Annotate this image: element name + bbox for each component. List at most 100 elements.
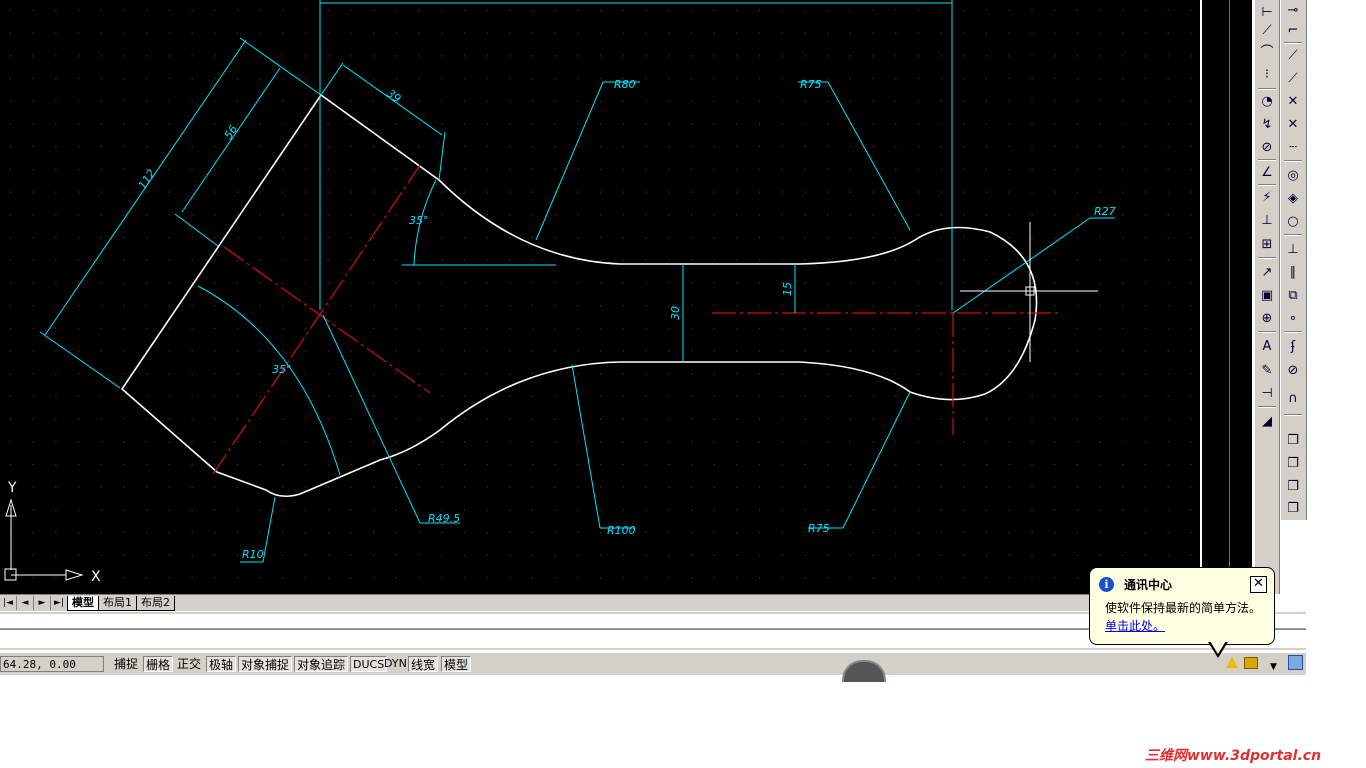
quadrant-icon[interactable]: ◈ — [1283, 188, 1303, 208]
layer-icon-1[interactable]: ❐ — [1283, 430, 1303, 450]
balloon-message: 使软件保持最新的简单方法。 — [1105, 601, 1262, 615]
balloon-link[interactable]: 单击此处。 — [1105, 617, 1165, 634]
dim-r80: R80 — [614, 78, 636, 91]
model-toggle[interactable]: 模型 — [441, 656, 472, 672]
clean-screen-icon[interactable] — [1288, 655, 1303, 670]
green-line — [1229, 0, 1230, 594]
layer-icon-3[interactable]: ❐ — [1283, 476, 1303, 496]
close-button[interactable]: ✕ — [1250, 576, 1267, 593]
dimension-toolbar: ⊢ ⟋ ⌒ ⁝ ◔ ↯ ⊘ ∠ ⚡ ⊥ ⊞ ↗ ▣ ⊕ A ✎ ⊣ ◢ — [1254, 0, 1280, 594]
communication-center-balloon: i 通讯中心 ✕ 使软件保持最新的简单方法。 单击此处。 — [1089, 567, 1275, 658]
dim-30: 30 — [669, 306, 682, 320]
baseline-icon[interactable]: ⊥ — [1257, 210, 1277, 230]
linear-dim-icon[interactable]: ⊢ — [1257, 2, 1277, 22]
tab-layout2[interactable]: 布局2 — [136, 595, 175, 611]
toolbar-separator — [1284, 331, 1302, 333]
toolbar-separator — [1258, 406, 1276, 408]
midpoint-icon[interactable]: ⟋ — [1283, 45, 1303, 65]
osnap-settings-icon[interactable]: ∩ — [1283, 388, 1303, 408]
dyn-toggle[interactable]: DYN — [382, 656, 409, 672]
snap-toggle[interactable]: 捕捉 — [112, 656, 140, 672]
qleader-icon[interactable]: ↗ — [1257, 262, 1277, 282]
radius-icon[interactable]: ◔ — [1257, 91, 1277, 111]
insert-icon[interactable]: ⧉ — [1283, 285, 1303, 305]
apparent-intersection-icon[interactable]: ✕ — [1283, 91, 1303, 111]
polar-toggle[interactable]: 极轴 — [206, 656, 237, 672]
snap-from-icon[interactable]: ⊸ — [1283, 0, 1303, 20]
dim-angle-35-top: 35° — [409, 214, 429, 227]
continue-icon[interactable]: ⊞ — [1257, 234, 1277, 254]
dim-r100: R100 — [607, 524, 636, 537]
endpoint-icon[interactable]: ⌐ — [1283, 20, 1303, 40]
aligned-dim-icon[interactable]: ⟋ — [1257, 20, 1277, 40]
otrack-toggle[interactable]: 对象追踪 — [294, 656, 349, 672]
dim-r10: R10 — [242, 548, 264, 561]
dimedit-icon[interactable]: A — [1257, 336, 1277, 356]
dim-r27: R27 — [1094, 205, 1116, 218]
balloon-tail-fill — [1210, 641, 1226, 654]
toolbar-separator — [1284, 234, 1302, 236]
tab-first-button[interactable]: |◄ — [0, 596, 17, 610]
ucs-y-label: Y — [7, 480, 17, 496]
parallel-icon[interactable]: ∥ — [1283, 262, 1303, 282]
dimstyle-icon[interactable]: ◢ — [1257, 411, 1277, 431]
balloon-title: 通讯中心 — [1124, 578, 1173, 592]
toolbar-separator — [1284, 160, 1302, 162]
layer-icon-2[interactable]: ❐ — [1283, 453, 1303, 473]
lock-icon[interactable] — [1244, 657, 1258, 669]
chevron-down-icon[interactable]: ▼ — [1270, 662, 1277, 672]
ortho-toggle[interactable]: 正交 — [175, 656, 203, 672]
diameter-icon[interactable]: ⊘ — [1257, 137, 1277, 157]
none-icon[interactable]: ⊘ — [1283, 360, 1303, 380]
layout-tabs-bar: |◄ ◄ ► ►| 模型 布局1 布局2 — [0, 594, 1200, 611]
nearest-icon[interactable]: ʄ — [1283, 336, 1303, 356]
center-mark-icon[interactable]: ⊕ — [1257, 308, 1277, 328]
drawing-canvas[interactable]: 112 56 39 35° 35° 30 15 R80 R75 R27 R49.… — [0, 0, 1200, 594]
status-tray: ▼ — [1222, 654, 1306, 674]
watermark: 三维网www.3dportal.cn — [1145, 748, 1322, 764]
quick-dim-icon[interactable]: ⚡ — [1257, 187, 1277, 207]
toolbar-separator — [1258, 88, 1276, 90]
dim-r49-5: R49.5 — [428, 512, 460, 525]
dim-r75-bottom: R75 — [808, 522, 830, 535]
lineweight-toggle[interactable]: 线宽 — [408, 656, 439, 672]
osnap-toggle[interactable]: 对象捕捉 — [238, 656, 293, 672]
layer-icon-4[interactable]: ❐ — [1283, 498, 1303, 518]
tab-model[interactable]: 模型 — [67, 595, 99, 611]
dimupdate-icon[interactable]: ⊣ — [1257, 383, 1277, 403]
jogged-icon[interactable]: ↯ — [1257, 114, 1277, 134]
drawing-svg[interactable]: 112 56 39 35° 35° 30 15 R80 R75 R27 R49.… — [0, 0, 1200, 594]
toolbar-separator — [1284, 414, 1302, 416]
arc-length-icon[interactable]: ⌒ — [1257, 42, 1277, 62]
toolbar-separator — [1258, 159, 1276, 161]
dim-angle-35-bottom: 35° — [272, 363, 292, 376]
coordinate-display[interactable]: 64.28, 0.00 — [0, 656, 104, 672]
toolbar-separator — [1258, 257, 1276, 259]
intersection-icon[interactable]: ⟋ — [1283, 68, 1303, 88]
status-bar: 64.28, 0.00 捕捉 栅格 正交 极轴 对象捕捉 对象追踪 DUCS D… — [0, 652, 1306, 675]
toolbar-separator — [1258, 331, 1276, 333]
tangent-icon[interactable]: ○ — [1283, 211, 1303, 231]
extension-icon[interactable]: ✕ — [1283, 114, 1303, 134]
parallel-dash-icon[interactable]: ┄ — [1283, 137, 1303, 157]
osnap-toolbar: ⊸ ⌐ ⟋ ⟋ ✕ ✕ ┄ ◎ ◈ ○ ⊥ ∥ ⧉ ∘ ʄ ⊘ ∩ ❐ ❐ ❐ … — [1280, 0, 1307, 520]
grid-toggle[interactable]: 栅格 — [143, 656, 174, 672]
ucs-x-label: X — [91, 569, 101, 585]
toolbar-separator — [1284, 42, 1302, 44]
side-viewport[interactable] — [1202, 0, 1252, 594]
angular-icon[interactable]: ∠ — [1257, 162, 1277, 182]
perpendicular-icon[interactable]: ⊥ — [1283, 239, 1303, 259]
tolerance-icon[interactable]: ▣ — [1257, 285, 1277, 305]
tab-next-button[interactable]: ► — [34, 596, 51, 610]
dim-15: 15 — [781, 282, 794, 296]
toolbar-separator — [1258, 184, 1276, 186]
tab-prev-button[interactable]: ◄ — [17, 596, 34, 610]
ordinate-icon[interactable]: ⁝ — [1257, 64, 1277, 84]
tab-layout1[interactable]: 布局1 — [98, 595, 137, 611]
center-icon[interactable]: ◎ — [1283, 165, 1303, 185]
info-icon: i — [1099, 577, 1114, 592]
node-icon[interactable]: ∘ — [1283, 308, 1303, 328]
dim-r75-top: R75 — [800, 78, 822, 91]
dimtedit-icon[interactable]: ✎ — [1257, 360, 1277, 380]
tab-last-button[interactable]: ►| — [51, 596, 68, 610]
